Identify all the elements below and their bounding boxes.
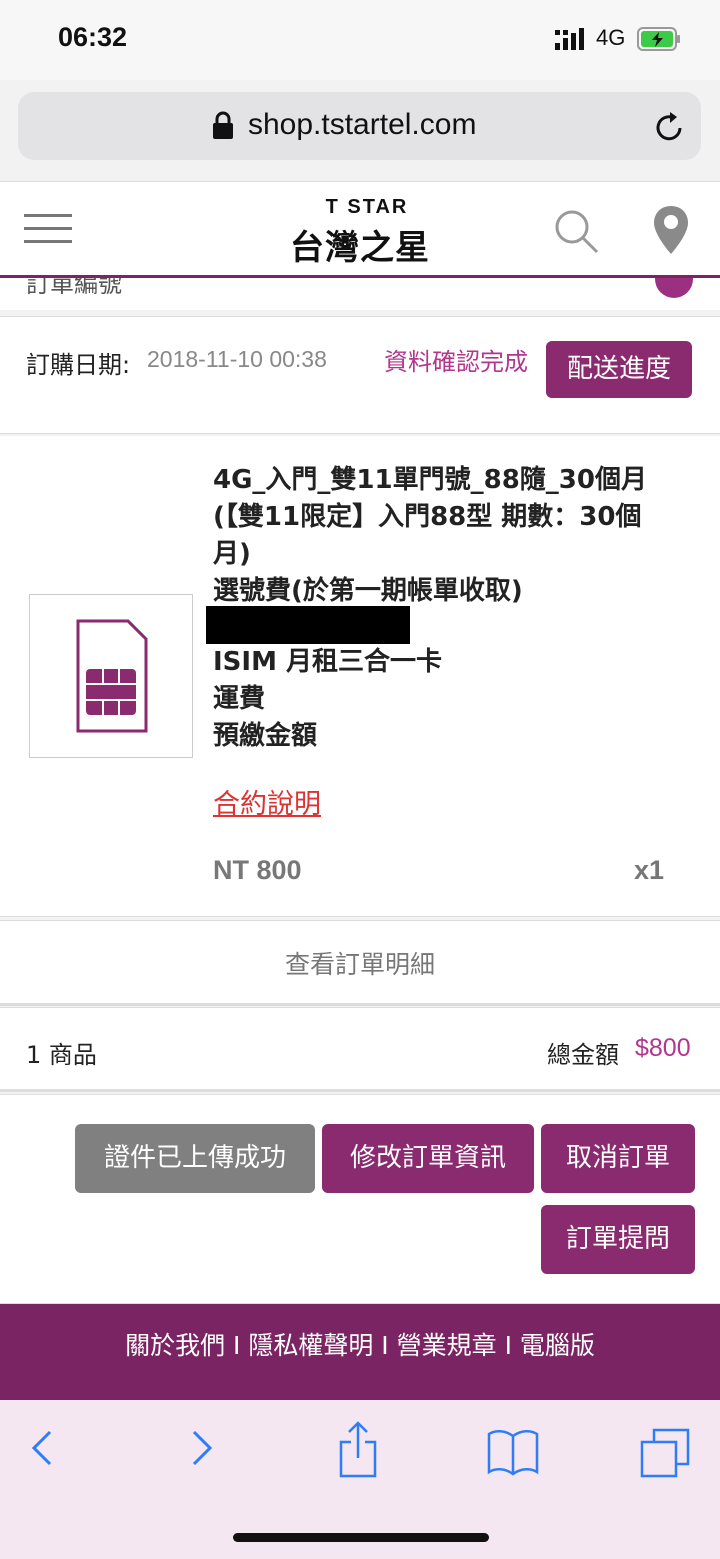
forward-icon[interactable]: [188, 1428, 216, 1468]
item-count: 1 商品: [26, 1041, 97, 1069]
sim-card-icon: [76, 619, 148, 733]
delivery-progress-button[interactable]: 配送進度: [546, 341, 692, 398]
home-indicator: [233, 1533, 489, 1542]
product-price: NT 800: [213, 855, 302, 885]
product-card: 4G_入門_雙11單門號_88隨_30個月 (【雙11限定】入門88型 期數：3…: [0, 436, 720, 917]
documents-uploaded-button[interactable]: 證件已上傳成功: [75, 1124, 315, 1193]
search-icon[interactable]: [553, 208, 599, 254]
number-fee-line: 選號費(於第一期帳單收取): [213, 576, 523, 606]
footer-links[interactable]: 關於我們 I 隱私權聲明 I 營業規章 I 電腦版: [0, 1326, 720, 1362]
order-status: 資料確認完成: [384, 348, 528, 376]
item-prepaid: 預繳金額: [213, 721, 318, 751]
tabs-icon[interactable]: [640, 1428, 690, 1478]
site-footer: 關於我們 I 隱私權聲明 I 營業規章 I 電腦版: [0, 1304, 720, 1400]
order-summary: 1 商品 總金額 $800: [0, 1007, 720, 1092]
bookmarks-icon[interactable]: [487, 1428, 539, 1476]
back-icon[interactable]: [28, 1428, 56, 1468]
item-shipping: 運費: [213, 684, 266, 714]
order-info-card: 訂購日期: 2018-11-10 00:38 資料確認完成 配送進度: [0, 316, 720, 434]
total-label: 總金額: [547, 1041, 619, 1069]
view-details-link[interactable]: 查看訂單明細: [0, 945, 720, 981]
product-quantity: x1: [633, 855, 664, 885]
lock-icon: [213, 111, 233, 139]
view-details-row[interactable]: 查看訂單明細: [0, 920, 720, 1006]
order-question-button[interactable]: 訂單提問: [541, 1205, 695, 1274]
reload-icon[interactable]: [652, 111, 686, 145]
brand-logo-en[interactable]: T STAR: [0, 196, 720, 219]
contract-link[interactable]: 合約說明: [213, 782, 321, 821]
item-isim: ISIM 月租三合一卡: [213, 647, 442, 677]
redacted-phone-number: [206, 606, 410, 644]
status-time: 06:32: [58, 22, 128, 52]
share-icon[interactable]: [338, 1420, 378, 1478]
order-date-label: 訂購日期:: [26, 351, 131, 379]
network-type: 4G: [596, 25, 626, 50]
edit-order-button[interactable]: 修改訂單資訊: [322, 1124, 534, 1193]
location-pin-icon[interactable]: [652, 204, 690, 256]
signal-icon: [555, 28, 584, 50]
battery-icon: [637, 27, 680, 51]
product-name: 4G_入門_雙11單門號_88隨_30個月 (【雙11限定】入門88型 期數：3…: [213, 462, 663, 610]
product-thumbnail: [29, 594, 193, 758]
brand-logo-zh[interactable]: 台灣之星: [0, 220, 720, 269]
status-bar: 06:32 4G: [0, 0, 720, 80]
url-text[interactable]: shop.tstartel.com: [248, 108, 476, 142]
previous-row-cut: 訂單編號: [0, 278, 720, 310]
partial-row-text: 訂單編號: [26, 278, 122, 298]
browser-toolbar: [0, 1400, 720, 1559]
partial-badge: [655, 278, 693, 298]
order-actions: 證件已上傳成功 修改訂單資訊 取消訂單 訂單提問: [0, 1094, 720, 1304]
total-value: $800: [635, 1034, 691, 1062]
site-header: T STAR 台灣之星: [0, 181, 720, 279]
product-items: ISIM 月租三合一卡 運費 預繳金額: [213, 644, 442, 755]
order-date-value: 2018-11-10 00:38: [147, 346, 327, 372]
cancel-order-button[interactable]: 取消訂單: [541, 1124, 695, 1193]
product-title: 4G_入門_雙11單門號_88隨_30個月 (【雙11限定】入門88型 期數：3…: [213, 465, 647, 569]
